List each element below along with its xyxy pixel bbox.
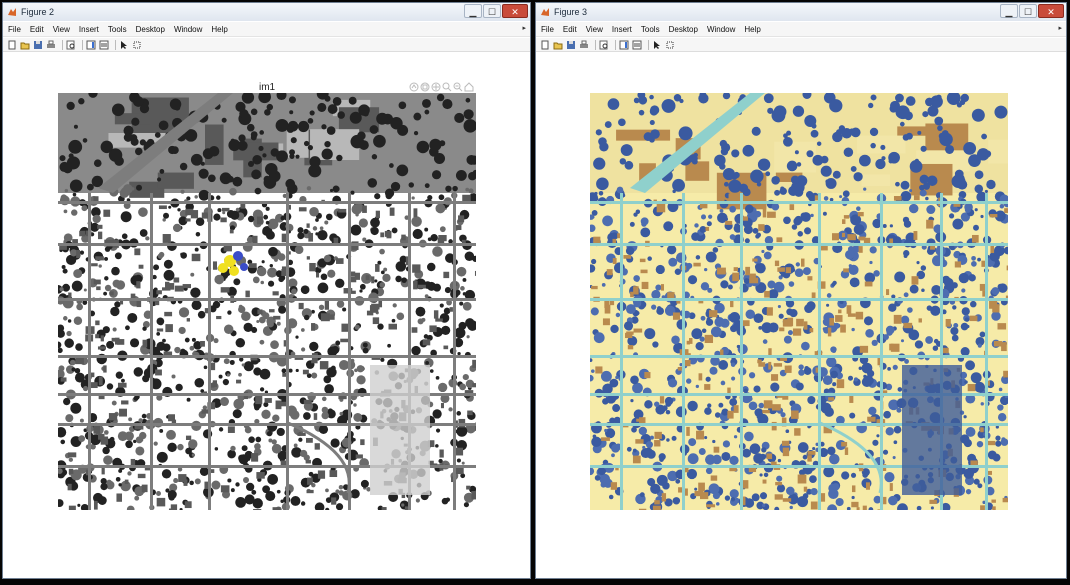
export-icon[interactable] xyxy=(409,82,419,92)
brush-icon[interactable] xyxy=(420,82,430,92)
menu-overflow-icon[interactable]: ▸ xyxy=(522,24,526,32)
maximize-icon: ☐ xyxy=(487,7,497,17)
zoom-in-icon[interactable] xyxy=(442,82,452,92)
menu-file[interactable]: File xyxy=(8,25,21,34)
zoom-out-icon[interactable] xyxy=(453,82,463,92)
print-icon[interactable] xyxy=(46,40,56,50)
menu-bar: File Edit View Insert Tools Desktop Wind… xyxy=(3,22,530,37)
menu-help[interactable]: Help xyxy=(744,25,760,34)
toolbar-separator xyxy=(615,39,616,50)
menu-edit[interactable]: Edit xyxy=(563,25,577,34)
pointer-icon[interactable] xyxy=(119,40,129,50)
menu-window[interactable]: Window xyxy=(174,25,202,34)
close-button[interactable]: ✕ xyxy=(1038,4,1064,18)
segmented-region xyxy=(233,251,243,261)
print-icon[interactable] xyxy=(579,40,589,50)
grayscale-aerial-image[interactable] xyxy=(58,93,476,510)
edit-plot-icon[interactable] xyxy=(665,40,675,50)
menu-desktop[interactable]: Desktop xyxy=(136,25,165,34)
toolbar-separator xyxy=(595,39,596,50)
matlab-icon xyxy=(541,8,549,16)
menu-desktop[interactable]: Desktop xyxy=(669,25,698,34)
menu-window[interactable]: Window xyxy=(707,25,735,34)
title-bar[interactable]: Figure 3 ▁ ☐ ✕ xyxy=(536,3,1066,21)
minimize-button[interactable]: ▁ xyxy=(464,4,482,18)
figure-toolbar xyxy=(536,38,1066,52)
open-file-icon[interactable] xyxy=(20,40,30,50)
axes-title: im1 xyxy=(259,82,276,93)
close-button[interactable]: ✕ xyxy=(502,4,528,18)
segmented-region xyxy=(229,266,239,276)
menu-file[interactable]: File xyxy=(541,25,554,34)
pan-icon[interactable] xyxy=(431,82,441,92)
matlab-icon xyxy=(8,8,16,16)
window-title: Figure 3 xyxy=(554,7,588,17)
legend-icon[interactable] xyxy=(632,40,642,50)
toolbar-separator xyxy=(82,39,83,50)
print-preview-icon[interactable] xyxy=(599,40,609,50)
legend-icon[interactable] xyxy=(99,40,109,50)
window-title: Figure 2 xyxy=(21,7,55,17)
edit-plot-icon[interactable] xyxy=(132,40,142,50)
segmented-region xyxy=(218,263,228,273)
menu-insert[interactable]: Insert xyxy=(79,25,99,34)
menu-bar: File Edit View Insert Tools Desktop Wind… xyxy=(536,22,1066,37)
title-bar[interactable]: Figure 2 ▁ ☐ ✕ xyxy=(3,3,530,21)
print-preview-icon[interactable] xyxy=(66,40,76,50)
colorbar-icon[interactable] xyxy=(619,40,629,50)
toolbar-separator xyxy=(648,39,649,50)
menu-tools[interactable]: Tools xyxy=(641,25,660,34)
new-figure-icon[interactable] xyxy=(540,40,550,50)
maximize-button[interactable]: ☐ xyxy=(1019,4,1037,18)
menu-view[interactable]: View xyxy=(53,25,70,34)
minimize-icon: ▁ xyxy=(1005,7,1013,17)
new-figure-icon[interactable] xyxy=(7,40,17,50)
minimize-button[interactable]: ▁ xyxy=(1000,4,1018,18)
menu-insert[interactable]: Insert xyxy=(612,25,632,34)
minimize-icon: ▁ xyxy=(469,7,477,17)
axes-toolbar xyxy=(408,82,474,92)
colorbar-icon[interactable] xyxy=(86,40,96,50)
menu-view[interactable]: View xyxy=(586,25,603,34)
parula-aerial-image[interactable] xyxy=(590,93,1008,510)
menu-help[interactable]: Help xyxy=(211,25,227,34)
figure-toolbar xyxy=(3,38,530,52)
close-icon: ✕ xyxy=(511,7,519,17)
menu-tools[interactable]: Tools xyxy=(108,25,127,34)
pointer-icon[interactable] xyxy=(652,40,662,50)
save-icon[interactable] xyxy=(566,40,576,50)
menu-overflow-icon[interactable]: ▸ xyxy=(1058,24,1062,32)
figure-2-window: Figure 2 ▁ ☐ ✕ File Edit View Insert Too… xyxy=(2,2,531,579)
toolbar-separator xyxy=(115,39,116,50)
open-file-icon[interactable] xyxy=(553,40,563,50)
close-icon: ✕ xyxy=(1047,7,1055,17)
menu-edit[interactable]: Edit xyxy=(30,25,44,34)
toolbar-separator xyxy=(62,39,63,50)
segmented-region xyxy=(240,263,248,271)
maximize-button[interactable]: ☐ xyxy=(483,4,501,18)
maximize-icon: ☐ xyxy=(1023,7,1033,17)
figure-3-window: Figure 3 ▁ ☐ ✕ File Edit View Insert Too… xyxy=(535,2,1067,579)
save-icon[interactable] xyxy=(33,40,43,50)
home-icon[interactable] xyxy=(464,82,474,92)
